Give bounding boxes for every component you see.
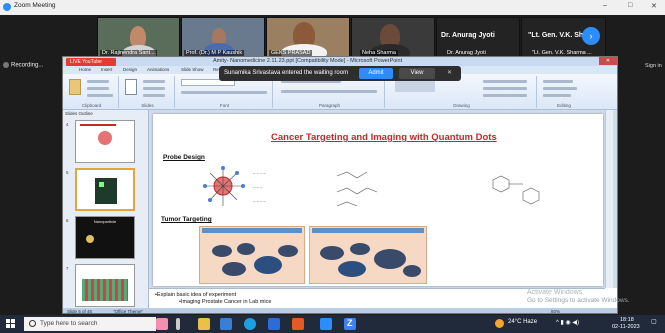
close-button[interactable]: ✕: [651, 2, 657, 10]
sign-in-link[interactable]: Sign in: [645, 63, 662, 69]
ppt-close-button[interactable]: ✕: [599, 57, 617, 65]
system-tray-icons[interactable]: ^ ▮ ◉ ◀): [556, 319, 579, 326]
slide-title: Cancer Targeting and Imaging with Quantu…: [271, 132, 497, 143]
participant-tile[interactable]: GEKS PRASAD: [266, 17, 350, 58]
tumor-targeting-heading: Tumor Targeting: [161, 216, 212, 223]
windows-start-button[interactable]: [6, 319, 15, 328]
pane-tabs[interactable]: Slides Outline: [65, 111, 93, 116]
windows-taskbar: Type here to search Z 24°C Haze ^ ▮ ◉ ◀)…: [0, 315, 665, 333]
close-icon[interactable]: ✕: [447, 69, 452, 76]
record-icon: [3, 62, 9, 68]
edge-icon[interactable]: [244, 318, 256, 330]
minimize-button[interactable]: –: [603, 2, 607, 9]
zoom-icon[interactable]: [320, 318, 332, 330]
slide-thumbnail[interactable]: [75, 264, 135, 307]
shapes-gallery[interactable]: [395, 80, 435, 92]
weather-icon: [495, 319, 504, 328]
activation-watermark: Activate Windows Go to Settings to activ…: [527, 289, 630, 304]
quantum-dot-diagram: [203, 166, 245, 206]
chevron-right-icon: ›: [589, 31, 593, 41]
powerpoint-icon[interactable]: [292, 318, 304, 330]
weather-text[interactable]: 24°C Haze: [508, 319, 537, 325]
slide-thumbnail[interactable]: Nanoparticle: [75, 216, 135, 259]
ribbon-group-clipboard: Clipboard: [65, 76, 119, 108]
waiting-room-notification: Sunamika Srivastava entered the waiting …: [219, 66, 461, 81]
slide-scrollbar[interactable]: [605, 110, 613, 288]
tab-slide-show[interactable]: Slide Show: [181, 67, 204, 72]
admit-button[interactable]: Admit: [359, 68, 393, 79]
tab-design[interactable]: Design: [123, 67, 137, 72]
ligand-structure-diagram: [336, 171, 378, 207]
taskbar-search-input[interactable]: Type here to search: [24, 317, 156, 331]
ribbon-group-slides: Slides: [121, 76, 175, 108]
zoom-app-icon[interactable]: Z: [344, 318, 356, 330]
recording-indicator[interactable]: Recording...: [3, 62, 43, 69]
participant-tile[interactable]: Prof. (Dr.) M P Kaushik: [181, 17, 265, 58]
participant-name-card: Dr. Anurag Jyoti: [441, 32, 495, 39]
notes-line: •Explain basic idea of experiment: [155, 292, 237, 298]
notification-message: Sunamika Srivastava entered the waiting …: [224, 70, 349, 76]
zoom-level[interactable]: 60%: [551, 309, 560, 313]
diwali-decoration-icon: [156, 318, 168, 330]
view-button[interactable]: View: [399, 68, 435, 79]
slide-thumbnail[interactable]: [75, 120, 135, 163]
notification-icon[interactable]: ▢: [651, 318, 657, 325]
tab-home[interactable]: Home: [79, 67, 91, 72]
participant-tile[interactable]: Neha Sharma: [351, 17, 435, 58]
clock-date[interactable]: 02-11-2023: [612, 324, 640, 330]
search-icon: [29, 320, 36, 327]
gallery-next-button[interactable]: ›: [582, 27, 600, 45]
zoom-logo-icon: [3, 3, 11, 11]
ligand-sketch: [492, 175, 540, 205]
live-badge[interactable]: LIVE YouTube: [66, 58, 116, 66]
zoom-title-bar: Zoom Meeting – □ ✕: [0, 0, 665, 15]
tab-insert[interactable]: Insert: [101, 67, 112, 72]
ppt-title-bar: LIVE YouTube Amity- Nanomedicine 2.11.23…: [63, 57, 617, 66]
maximize-button[interactable]: □: [628, 2, 632, 9]
passive-targeting-figure: [199, 226, 305, 284]
task-view-icon[interactable]: [176, 318, 180, 330]
slides-pane: Slides Outline 4 5 6 Nanoparticle 7: [63, 110, 149, 308]
slide-counter: Slide 5 of 46: [67, 309, 93, 314]
theme-name: "Office Theme": [113, 309, 144, 314]
notes-line: •Imaging Prostate Cancer in Lab mice: [179, 299, 272, 305]
store-icon[interactable]: [268, 318, 280, 330]
file-explorer-icon[interactable]: [198, 318, 210, 330]
ppt-status-bar: Slide 5 of 46 "Office Theme" 60%: [63, 308, 617, 314]
paste-icon[interactable]: [69, 79, 81, 95]
window-title: Zoom Meeting: [14, 2, 56, 9]
participant-tile[interactable]: Dr. Rajinendra Sant...: [97, 17, 180, 58]
active-targeting-figure: [309, 226, 427, 284]
new-slide-icon[interactable]: [125, 79, 137, 95]
video-gallery: Dr. Rajinendra Sant... Prof. (Dr.) M P K…: [97, 17, 606, 58]
clock-time[interactable]: 18:18: [620, 317, 634, 323]
probe-design-heading: Probe Design: [163, 154, 205, 161]
powerpoint-window: LIVE YouTube Amity- Nanomedicine 2.11.23…: [62, 56, 618, 314]
tab-animations[interactable]: Animations: [147, 67, 169, 72]
ribbon-group-editing: Editing: [539, 76, 589, 108]
slide-thumbnail-selected[interactable]: [75, 168, 135, 211]
participant-tile[interactable]: Dr. Anurag Jyoti Dr. Anurag Jyoti: [436, 17, 520, 58]
current-slide[interactable]: Cancer Targeting and Imaging with Quantu…: [153, 114, 603, 286]
mail-icon[interactable]: [220, 318, 232, 330]
ppt-title: Amity- Nanomedicine 2.11.23.ppt [Compati…: [213, 58, 403, 64]
